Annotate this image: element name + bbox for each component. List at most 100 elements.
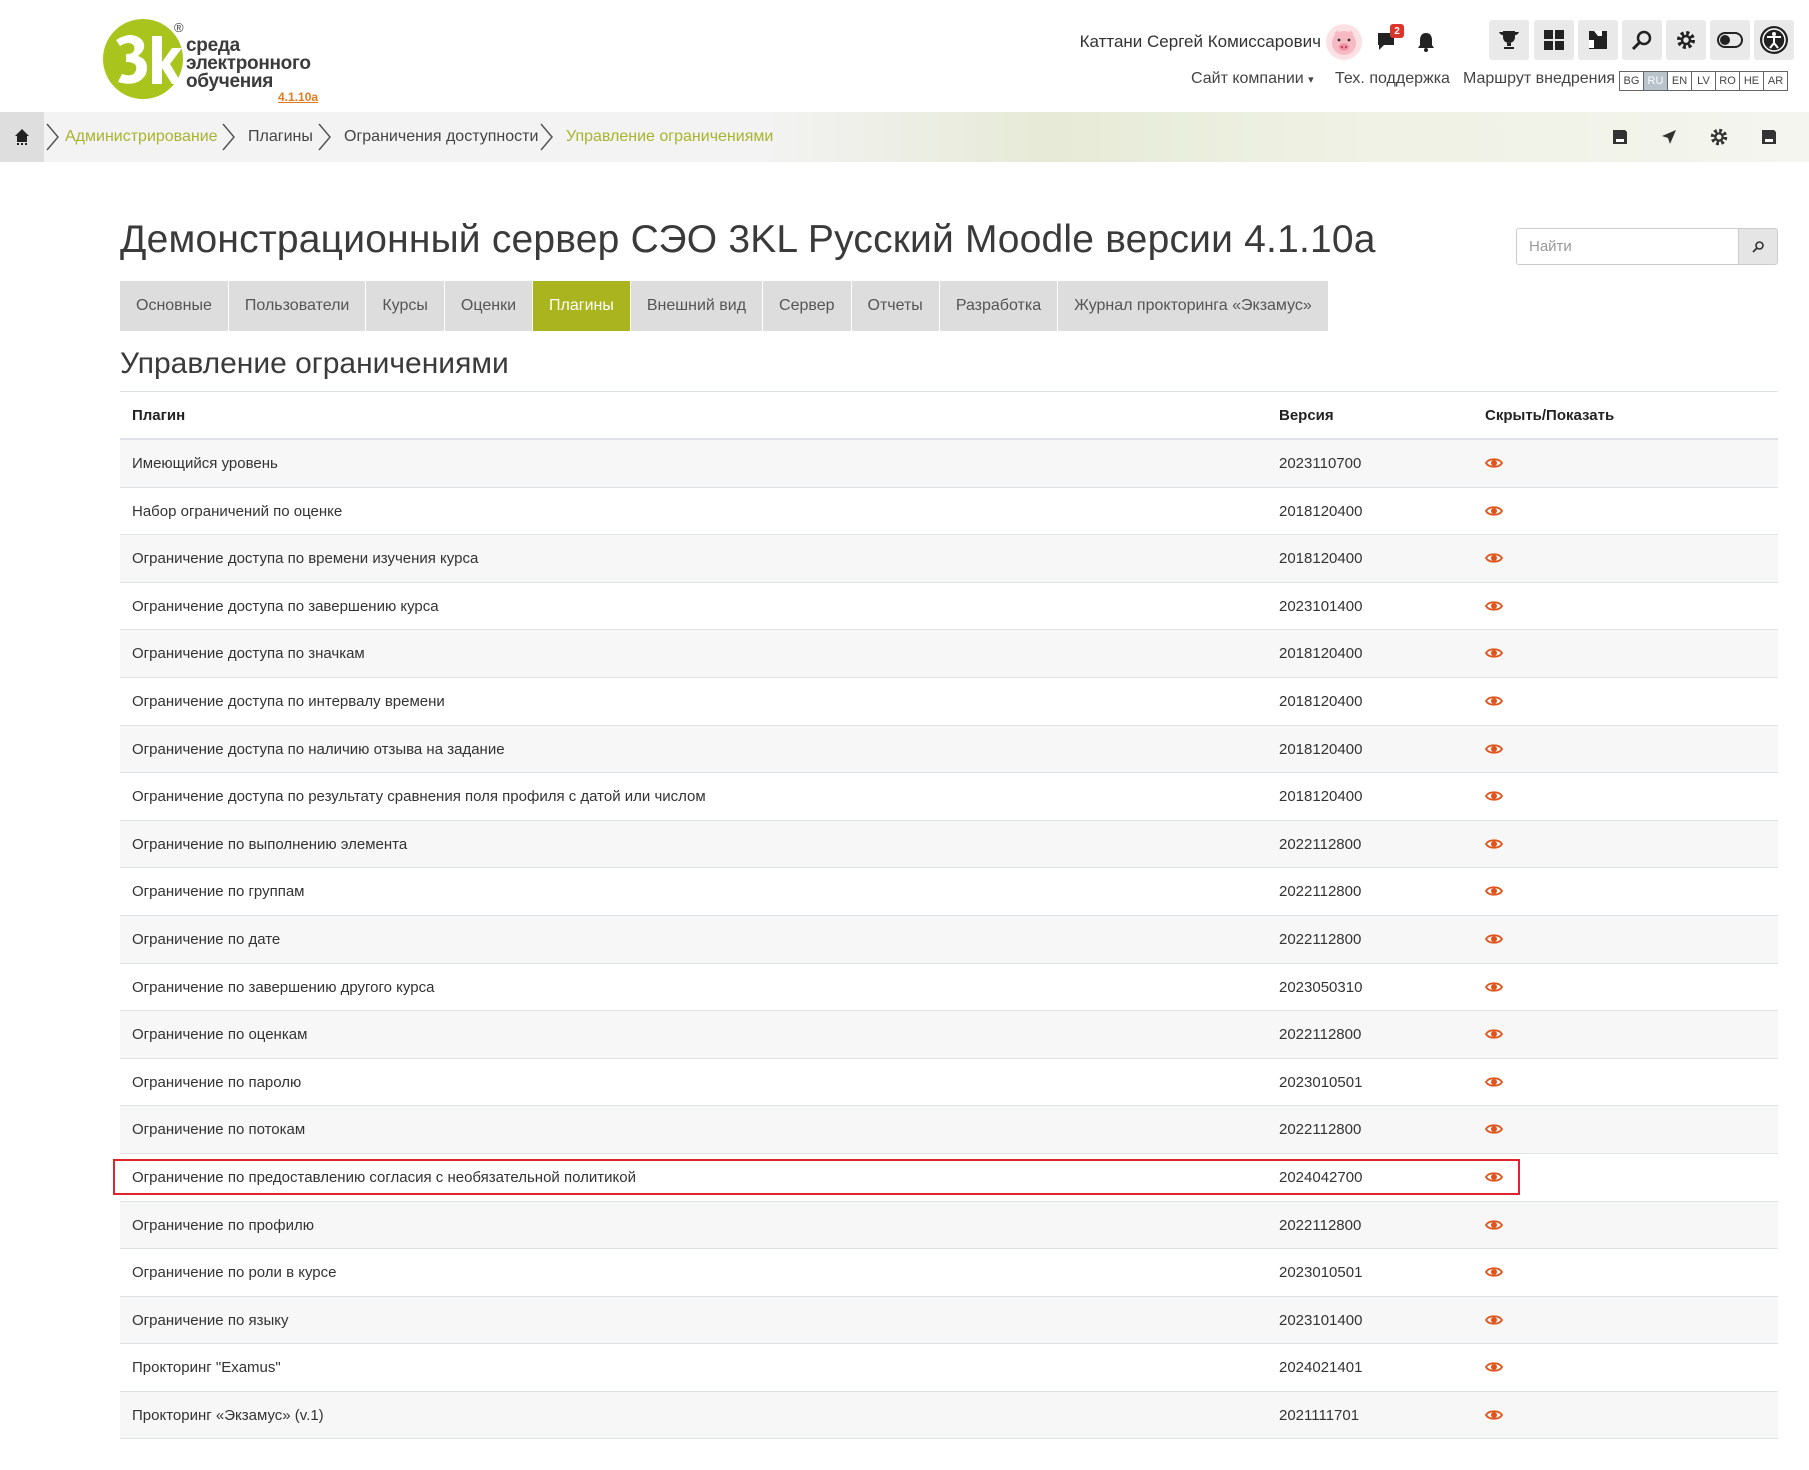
avatar[interactable] xyxy=(1326,24,1362,60)
plugin-version: 2022112800 xyxy=(1279,883,1362,901)
header-version: Версия xyxy=(1279,407,1334,424)
toggle-icon[interactable] xyxy=(1710,20,1750,60)
eye-icon[interactable] xyxy=(1485,550,1503,566)
tab-development[interactable]: Разработка xyxy=(939,281,1059,331)
plugin-version: 2018120400 xyxy=(1279,788,1363,806)
plugin-name: Ограничение по потокам xyxy=(132,1121,306,1139)
table-row: Прокторинг "Examus" 2024021401 xyxy=(120,1344,1778,1392)
trophy-icon[interactable] xyxy=(1489,20,1529,60)
eye-icon[interactable] xyxy=(1485,1217,1503,1233)
bell-icon[interactable] xyxy=(1410,26,1442,58)
tab-plugins[interactable]: Плагины xyxy=(533,281,631,331)
table-row: Ограничение по выполнению элемента 202211… xyxy=(120,820,1778,869)
company-site-link[interactable]: Сайт компании ▾ xyxy=(1191,70,1314,88)
plugin-name: Ограничение доступа по результату сравне… xyxy=(132,788,706,806)
table-header: Плагин Версия Скрыть/Показать xyxy=(120,391,1778,440)
eye-icon[interactable] xyxy=(1485,1407,1503,1423)
page-title: Демонстрационный сервер СЭО 3KL Русский … xyxy=(120,218,1376,261)
plugin-version: 2024042700 xyxy=(1279,1168,1363,1186)
plugin-version: 2022112800 xyxy=(1279,835,1362,853)
table-row: Ограничение по паролю 2023010501 xyxy=(120,1059,1778,1107)
puzzle-icon[interactable] xyxy=(1578,20,1618,60)
table-row: Ограничение по оценкам 2022112800 xyxy=(120,1011,1778,1059)
eye-icon[interactable] xyxy=(1485,979,1503,995)
eye-icon[interactable] xyxy=(1485,455,1503,471)
admin-search xyxy=(1516,228,1778,265)
accessibility-icon[interactable] xyxy=(1754,20,1794,60)
plugin-name: Ограничение доступа по значкам xyxy=(132,645,365,663)
eye-icon[interactable] xyxy=(1485,693,1503,709)
gear-icon[interactable] xyxy=(1666,20,1706,60)
plugin-version: 2023050310 xyxy=(1279,978,1363,996)
tab-server[interactable]: Сервер xyxy=(763,281,852,331)
tab-appearance[interactable]: Внешний вид xyxy=(630,281,764,331)
tab-reports[interactable]: Отчеты xyxy=(851,281,940,331)
breadcrumb-item-admin[interactable]: Администрирование xyxy=(65,112,218,162)
admin-tabs: Основные Пользователи Курсы Оценки Плаги… xyxy=(120,281,1329,331)
eye-icon[interactable] xyxy=(1485,836,1503,852)
plugin-name: Прокторинг «Экзамус» (v.1) xyxy=(132,1406,324,1424)
eye-icon[interactable] xyxy=(1485,1074,1503,1090)
table-row: Ограничение доступа по наличию отзыва на… xyxy=(120,725,1778,774)
eye-icon[interactable] xyxy=(1485,883,1503,899)
tech-support-link[interactable]: Тех. поддержка xyxy=(1335,70,1450,88)
header-toggle: Скрыть/Показать xyxy=(1485,407,1615,424)
plugin-version: 2022112800 xyxy=(1279,930,1362,948)
eye-icon[interactable] xyxy=(1485,1121,1503,1137)
breadcrumb-item-plugins[interactable]: Плагины xyxy=(248,112,313,162)
table-row: Ограничение по профилю 2022112800 xyxy=(120,1201,1778,1250)
plugin-name: Ограничение по выполнению элемента xyxy=(132,835,408,853)
section-title: Управление ограничениями xyxy=(120,347,509,380)
chat-icon[interactable]: 2 xyxy=(1372,24,1404,58)
logo[interactable]: ® среда электронного обучения 4.1.10a xyxy=(102,18,322,104)
dashboard-icon[interactable] xyxy=(1534,20,1574,60)
plugin-name: Ограничение доступа по времени изучения … xyxy=(132,550,479,568)
eye-icon[interactable] xyxy=(1485,598,1503,614)
tab-courses[interactable]: Курсы xyxy=(366,281,445,331)
implementation-route-link[interactable]: Маршрут внедрения xyxy=(1463,70,1615,88)
storage-icon[interactable] xyxy=(1757,125,1781,149)
tab-proctoring-log[interactable]: Журнал прокторинга «Экзамус» xyxy=(1058,281,1329,331)
tab-general[interactable]: Основные xyxy=(120,281,229,331)
breadcrumb-item-current[interactable]: Управление ограничениями xyxy=(566,112,773,162)
eye-icon[interactable] xyxy=(1485,788,1503,804)
lang-en[interactable]: EN xyxy=(1667,71,1692,91)
search-input[interactable] xyxy=(1516,228,1738,265)
tab-users[interactable]: Пользователи xyxy=(228,281,367,331)
plugin-name: Ограничение доступа по наличию отзыва на… xyxy=(132,740,505,758)
eye-icon[interactable] xyxy=(1485,1026,1503,1042)
eye-icon[interactable] xyxy=(1485,1264,1503,1280)
lang-ru[interactable]: RU xyxy=(1643,71,1668,91)
save-icon[interactable] xyxy=(1608,125,1632,149)
chevron-down-icon: ▾ xyxy=(1308,74,1314,86)
lang-he[interactable]: HE xyxy=(1739,71,1764,91)
home-icon[interactable] xyxy=(0,112,44,162)
eye-icon[interactable] xyxy=(1485,1169,1503,1185)
table-row: Ограничение доступа по результату сравне… xyxy=(120,773,1778,821)
lang-ro[interactable]: RO xyxy=(1715,71,1740,91)
tab-grades[interactable]: Оценки xyxy=(444,281,534,331)
eye-icon[interactable] xyxy=(1485,1312,1503,1328)
logo-text-line-3: обучения xyxy=(186,71,274,92)
magnifier-icon xyxy=(1752,240,1764,253)
plugin-name: Ограничение по оценкам xyxy=(132,1026,308,1044)
plugin-name: Ограничение доступа по интервалу времени xyxy=(132,692,445,710)
eye-icon[interactable] xyxy=(1485,1359,1503,1375)
settings-gear-icon[interactable] xyxy=(1707,125,1731,149)
lang-lv[interactable]: LV xyxy=(1691,71,1716,91)
plugin-version: 2018120400 xyxy=(1279,740,1363,758)
search-button[interactable] xyxy=(1738,228,1778,265)
lang-ar[interactable]: AR xyxy=(1763,71,1788,91)
eye-icon[interactable] xyxy=(1485,645,1503,661)
plugin-name: Ограничение по группам xyxy=(132,883,305,901)
breadcrumb-separator-icon xyxy=(222,123,235,151)
lang-bg[interactable]: BG xyxy=(1619,71,1644,91)
eye-icon[interactable] xyxy=(1485,503,1503,519)
search-icon[interactable] xyxy=(1622,20,1662,60)
user-name[interactable]: Каттани Сергей Комиссарович xyxy=(1080,32,1321,52)
plugin-version: 2018120400 xyxy=(1279,502,1363,520)
send-icon[interactable] xyxy=(1657,125,1681,149)
breadcrumb-item-availability[interactable]: Ограничения доступности xyxy=(344,112,538,162)
eye-icon[interactable] xyxy=(1485,741,1503,757)
eye-icon[interactable] xyxy=(1485,931,1503,947)
